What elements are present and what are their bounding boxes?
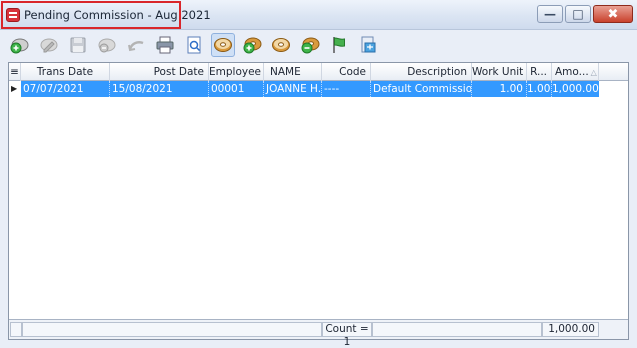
cell-description: Default Commission bbox=[373, 81, 472, 97]
save-icon bbox=[70, 37, 86, 53]
footer-cell-empty bbox=[22, 322, 322, 337]
sort-icon: △ bbox=[590, 68, 597, 77]
cell-work-unit: 1.00 bbox=[472, 81, 527, 97]
undo-button[interactable] bbox=[124, 33, 148, 57]
print-icon bbox=[156, 36, 174, 54]
flag-icon bbox=[333, 37, 345, 53]
footer-cell-empty-2 bbox=[372, 322, 542, 337]
window-controls: — □ ✖ bbox=[537, 5, 633, 23]
save-button[interactable] bbox=[66, 33, 90, 57]
cell-trans-date: 07/07/2021 bbox=[21, 81, 110, 97]
footer-count: Count = 1 bbox=[322, 322, 372, 348]
title-bar[interactable]: Pending Commission - Aug 2021 — □ ✖ bbox=[0, 0, 637, 30]
table-row[interactable]: 07/07/2021 15/08/2021 00001 JOANNE H... … bbox=[21, 81, 599, 97]
delete-record-button[interactable] bbox=[95, 33, 119, 57]
grid-footer: Count = 1 1,000.00 bbox=[9, 319, 628, 348]
cell-employee: 00001 bbox=[209, 81, 264, 97]
pending-commission-window: Pending Commission - Aug 2021 — □ ✖ ≡ Tr… bbox=[0, 0, 637, 348]
col-post-date[interactable]: Post Date bbox=[110, 63, 209, 81]
col-description[interactable]: Description bbox=[371, 63, 472, 81]
col-employee[interactable]: Employee bbox=[209, 63, 264, 81]
edit-record-icon bbox=[40, 38, 58, 53]
col-rate[interactable]: R... bbox=[527, 63, 552, 81]
title-highlight-box bbox=[1, 1, 181, 29]
commission-add-button[interactable] bbox=[240, 33, 264, 57]
commission-grid[interactable]: ≡ Trans Date Post Date Employee NAME Cod… bbox=[8, 62, 629, 348]
donut-plain-icon bbox=[272, 38, 290, 52]
edit-record-button[interactable] bbox=[37, 33, 61, 57]
cell-code: ---- bbox=[322, 81, 371, 97]
commission-button[interactable] bbox=[211, 33, 235, 57]
grid-header: ≡ Trans Date Post Date Employee NAME Cod… bbox=[9, 63, 628, 81]
toolbar bbox=[8, 31, 628, 59]
footer-total-amount: 1,000.00 bbox=[542, 322, 599, 337]
donut-add-icon bbox=[243, 37, 262, 54]
donut-commission-icon bbox=[214, 38, 232, 52]
col-amount[interactable]: Amo... △ bbox=[552, 63, 599, 81]
col-trans-date[interactable]: Trans Date bbox=[21, 63, 110, 81]
print-button[interactable] bbox=[153, 33, 177, 57]
cell-amount: 1,000.00 bbox=[552, 83, 599, 95]
commission-remove-button[interactable] bbox=[298, 33, 322, 57]
cell-post-date: 15/08/2021 bbox=[110, 81, 209, 97]
export-icon bbox=[361, 36, 376, 53]
current-row-indicator-icon: ▶ bbox=[11, 84, 18, 93]
minimize-button[interactable]: — bbox=[537, 5, 563, 23]
preview-icon bbox=[187, 36, 201, 54]
undo-icon bbox=[128, 41, 144, 52]
commission-plain-button[interactable] bbox=[269, 33, 293, 57]
flag-button[interactable] bbox=[327, 33, 351, 57]
add-record-button[interactable] bbox=[8, 33, 32, 57]
maximize-icon: □ bbox=[572, 7, 584, 21]
delete-record-icon bbox=[98, 38, 116, 53]
column-chooser-icon[interactable]: ≡ bbox=[9, 63, 21, 81]
cell-rate: 1.00 bbox=[527, 81, 552, 97]
export-button[interactable] bbox=[356, 33, 380, 57]
col-name[interactable]: NAME bbox=[264, 63, 322, 81]
donut-remove-icon bbox=[301, 37, 320, 54]
close-button[interactable]: ✖ bbox=[593, 5, 633, 23]
add-record-icon bbox=[10, 38, 29, 54]
preview-button[interactable] bbox=[182, 33, 206, 57]
footer-cell-blank bbox=[10, 322, 22, 337]
cell-name: JOANNE H... bbox=[266, 81, 322, 97]
maximize-button[interactable]: □ bbox=[565, 5, 591, 23]
minimize-icon: — bbox=[544, 7, 556, 21]
close-icon: ✖ bbox=[607, 6, 619, 22]
col-amount-label: Amo... bbox=[555, 66, 589, 78]
col-code[interactable]: Code bbox=[322, 63, 371, 81]
col-work-unit[interactable]: Work Unit bbox=[472, 63, 527, 81]
